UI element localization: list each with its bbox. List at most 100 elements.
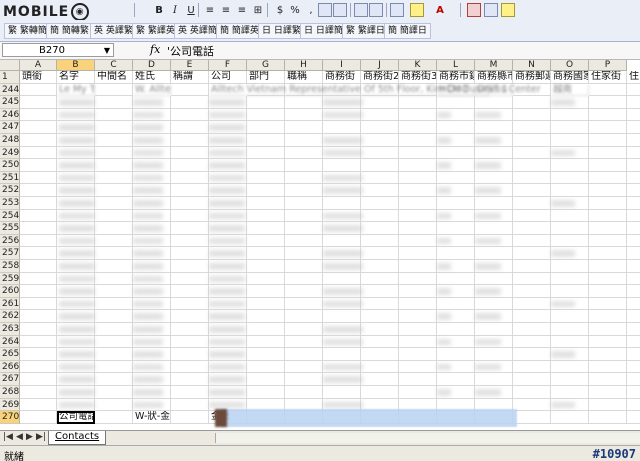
grid-cell[interactable]: [20, 234, 57, 248]
sheet-tab-contacts[interactable]: Contacts: [48, 431, 107, 445]
grid-cell[interactable]: [399, 360, 437, 374]
grid-cell[interactable]: [285, 247, 323, 260]
grid-cell[interactable]: [551, 260, 589, 273]
grid-cell[interactable]: [285, 108, 323, 122]
grid-cell[interactable]: [285, 234, 323, 248]
grid-cell[interactable]: [627, 310, 640, 323]
grid-cell[interactable]: [95, 121, 133, 134]
grid-cell[interactable]: [20, 398, 57, 412]
grid-cell[interactable]: [171, 348, 209, 361]
grid-cell[interactable]: [361, 348, 399, 361]
grid-cell[interactable]: [323, 121, 361, 134]
grid-cell[interactable]: [20, 197, 57, 210]
grid-cell[interactable]: [323, 234, 361, 248]
grid-cell[interactable]: [361, 197, 399, 210]
grid-cell[interactable]: [171, 360, 209, 374]
grid-cell[interactable]: [95, 222, 133, 235]
grid-cell[interactable]: [513, 171, 551, 185]
grid-cell[interactable]: [627, 235, 640, 248]
chevron-down-icon[interactable]: ▼: [104, 44, 110, 58]
grid-cell[interactable]: [551, 234, 589, 248]
grid-cell[interactable]: [513, 411, 551, 424]
grid-cell[interactable]: [589, 134, 627, 147]
grid-cell[interactable]: [20, 108, 57, 122]
grid-cell[interactable]: [285, 360, 323, 374]
grid-cell[interactable]: [95, 83, 133, 97]
grid-cell[interactable]: [20, 159, 57, 172]
grid-cell[interactable]: [247, 247, 285, 260]
grid-cell[interactable]: [20, 146, 57, 160]
row-header[interactable]: 256: [0, 234, 20, 248]
simp-to-en-button[interactable]: 簡 簡譯英: [216, 23, 263, 39]
grid-cell[interactable]: [513, 260, 551, 273]
grid-cell[interactable]: [437, 171, 475, 185]
grid-cell[interactable]: [323, 310, 361, 323]
grid-cell[interactable]: [399, 197, 437, 210]
grid-cell[interactable]: [247, 96, 285, 109]
grid-cell[interactable]: [20, 411, 57, 424]
grid-cell[interactable]: [95, 360, 133, 374]
grid-cell[interactable]: [247, 323, 285, 336]
grid-cell[interactable]: [551, 209, 589, 223]
grid-cell[interactable]: [285, 197, 323, 210]
row-header[interactable]: 247: [0, 121, 20, 134]
grid-cell[interactable]: [513, 285, 551, 298]
column-header-m[interactable]: M: [475, 60, 513, 71]
grid-cell[interactable]: [627, 109, 640, 122]
grid-cell[interactable]: [627, 285, 640, 298]
grid-cell[interactable]: [171, 285, 209, 298]
grid-cell[interactable]: [513, 234, 551, 248]
grid-cell[interactable]: [589, 310, 627, 323]
grid-cell[interactable]: [589, 247, 627, 260]
grid-cell[interactable]: [513, 197, 551, 210]
grid-cell[interactable]: [247, 335, 285, 349]
grid-cell[interactable]: [627, 134, 640, 147]
column-header-h[interactable]: H: [285, 60, 323, 71]
grid-cell[interactable]: [399, 247, 437, 260]
header-cell[interactable]: 職稱: [285, 71, 323, 84]
grid-cell[interactable]: [551, 121, 589, 134]
row-header[interactable]: 249: [0, 146, 20, 160]
grid-cell[interactable]: [627, 247, 640, 260]
grid-cell[interactable]: [551, 171, 589, 185]
grid-cell[interactable]: [95, 134, 133, 147]
grid-cell[interactable]: [247, 121, 285, 134]
grid-cell[interactable]: [20, 96, 57, 109]
grid-cell[interactable]: [399, 121, 437, 134]
header-cell[interactable]: 商務街2: [361, 71, 399, 84]
row-header[interactable]: 264: [0, 335, 20, 349]
grid-cell[interactable]: [437, 146, 475, 160]
row-header[interactable]: 261: [0, 297, 20, 311]
grid-cell[interactable]: [399, 260, 437, 273]
grid-cell[interactable]: [171, 323, 209, 336]
grid-cell[interactable]: [627, 273, 640, 286]
grid-cell[interactable]: [247, 171, 285, 185]
grid-cell[interactable]: [589, 348, 627, 361]
grid-cell[interactable]: [399, 171, 437, 185]
grid-cell[interactable]: [399, 134, 437, 147]
grid-cell[interactable]: [95, 348, 133, 361]
fill-color-icon[interactable]: [410, 3, 424, 17]
grid-cell[interactable]: [437, 222, 475, 235]
align-center-icon[interactable]: ≡: [218, 3, 234, 19]
grid-cell[interactable]: [399, 108, 437, 122]
grid-cell[interactable]: [513, 121, 551, 134]
grid-cell[interactable]: [399, 386, 437, 399]
grid-cell[interactable]: [513, 360, 551, 374]
grid-cell[interactable]: [589, 83, 627, 97]
simp-to-ja-button[interactable]: 簡 簡譯日: [384, 23, 431, 39]
grid-cell[interactable]: [247, 297, 285, 311]
grid-cell[interactable]: [171, 247, 209, 260]
grid-cell[interactable]: [589, 222, 627, 235]
column-header-g[interactable]: G: [247, 60, 285, 71]
row-header[interactable]: 244: [0, 83, 20, 97]
row-header[interactable]: 1: [0, 71, 20, 84]
grid-cell[interactable]: [247, 386, 285, 399]
grid-cell[interactable]: [95, 297, 133, 311]
grid-cell[interactable]: [627, 260, 640, 273]
font-color-icon[interactable]: A: [432, 3, 448, 19]
grid-cell[interactable]: [399, 297, 437, 311]
grid-cell[interactable]: [20, 260, 57, 273]
grid-cell[interactable]: [627, 411, 640, 424]
grid-cell[interactable]: [475, 297, 513, 311]
